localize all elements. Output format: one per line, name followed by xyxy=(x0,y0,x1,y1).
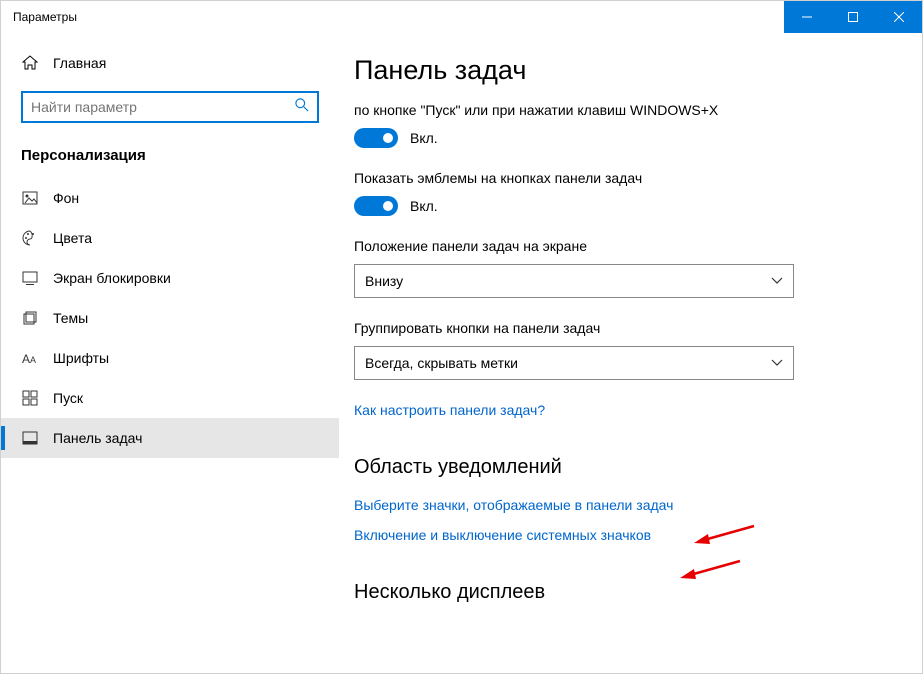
sidebar-item-background[interactable]: Фон xyxy=(1,178,339,218)
svg-text:A: A xyxy=(30,355,36,365)
dropdown-value: Внизу xyxy=(365,273,403,289)
sidebar-item-lockscreen[interactable]: Экран блокировки xyxy=(1,258,339,298)
chevron-down-icon xyxy=(771,274,783,288)
window-controls xyxy=(784,1,922,33)
page-title: Панель задач xyxy=(354,55,892,86)
search-icon xyxy=(295,98,309,117)
category-header: Персонализация xyxy=(1,141,339,178)
main-content: Панель задач по кнопке "Пуск" или при на… xyxy=(340,33,922,673)
chevron-down-icon xyxy=(771,356,783,370)
sidebar-item-colors[interactable]: Цвета xyxy=(1,218,339,258)
sidebar-item-taskbar[interactable]: Панель задач xyxy=(1,418,339,458)
start-icon xyxy=(21,390,39,406)
setting-label: Группировать кнопки на панели задач xyxy=(354,320,892,336)
titlebar: Параметры xyxy=(1,1,922,33)
sidebar-item-start[interactable]: Пуск xyxy=(1,378,339,418)
sidebar-item-label: Фон xyxy=(53,190,79,206)
multiple-displays-heading: Несколько дисплеев xyxy=(354,581,892,604)
home-icon xyxy=(21,55,39,71)
sidebar-item-label: Цвета xyxy=(53,230,92,246)
home-nav[interactable]: Главная xyxy=(1,45,339,81)
combine-buttons-dropdown[interactable]: Всегда, скрывать метки xyxy=(354,346,794,380)
minimize-button[interactable] xyxy=(784,1,830,33)
taskbar-position-dropdown[interactable]: Внизу xyxy=(354,264,794,298)
badges-toggle[interactable] xyxy=(354,196,398,216)
powershell-toggle[interactable] xyxy=(354,128,398,148)
sidebar-item-fonts[interactable]: AA Шрифты xyxy=(1,338,339,378)
dropdown-value: Всегда, скрывать метки xyxy=(365,355,518,371)
svg-text:A: A xyxy=(22,352,30,365)
close-button[interactable] xyxy=(876,1,922,33)
fonts-icon: AA xyxy=(21,351,39,365)
palette-icon xyxy=(21,230,39,246)
sidebar-item-label: Пуск xyxy=(53,390,83,406)
maximize-button[interactable] xyxy=(830,1,876,33)
picture-icon xyxy=(21,190,39,206)
sidebar-item-label: Экран блокировки xyxy=(53,270,171,286)
notification-area-heading: Область уведомлений xyxy=(354,456,892,479)
home-label: Главная xyxy=(53,55,106,71)
themes-icon xyxy=(21,310,39,326)
toggle-state: Вкл. xyxy=(410,198,438,214)
setting-label: Показать эмблемы на кнопках панели задач xyxy=(354,170,892,186)
annotation-arrow xyxy=(680,557,742,581)
lockscreen-icon xyxy=(21,270,39,286)
toggle-state: Вкл. xyxy=(410,130,438,146)
sidebar: Главная Персонализация Фон Цвета Э xyxy=(1,33,340,673)
sidebar-item-label: Панель задач xyxy=(53,430,142,446)
search-input[interactable] xyxy=(31,99,295,115)
how-to-link[interactable]: Как настроить панели задач? xyxy=(354,402,545,418)
sidebar-item-label: Шрифты xyxy=(53,350,109,366)
taskbar-icon xyxy=(21,430,39,446)
select-icons-link[interactable]: Выберите значки, отображаемые в панели з… xyxy=(354,497,673,513)
sidebar-item-label: Темы xyxy=(53,310,88,326)
sidebar-item-themes[interactable]: Темы xyxy=(1,298,339,338)
window-title: Параметры xyxy=(1,10,77,24)
setting-label: по кнопке "Пуск" или при нажатии клавиш … xyxy=(354,102,892,118)
setting-label: Положение панели задач на экране xyxy=(354,238,892,254)
search-box[interactable] xyxy=(21,91,319,123)
system-icons-link[interactable]: Включение и выключение системных значков xyxy=(354,527,651,543)
